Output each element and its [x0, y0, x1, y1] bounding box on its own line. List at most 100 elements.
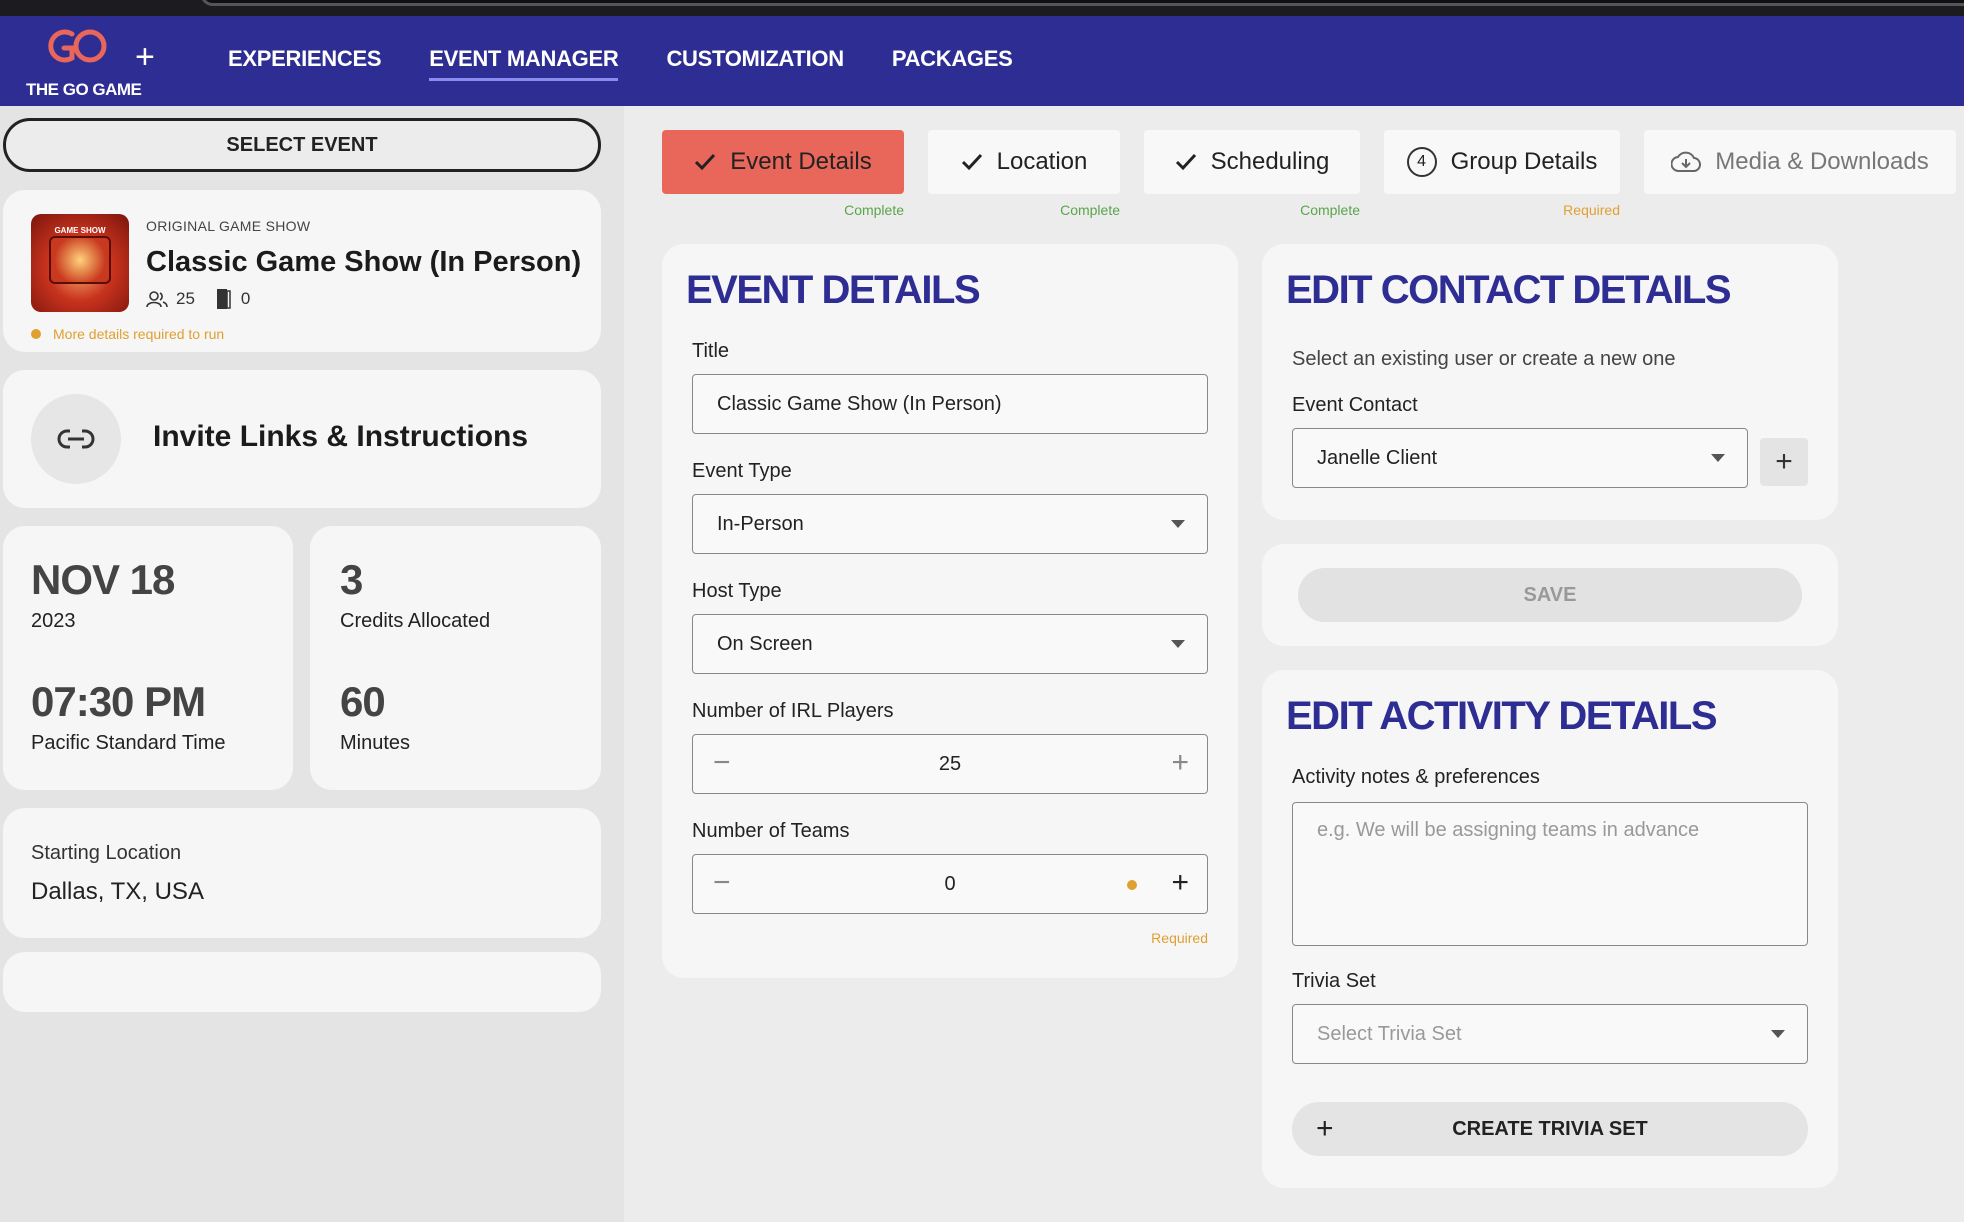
- nav-packages[interactable]: PACKAGES: [892, 46, 1013, 81]
- location-label: Starting Location: [31, 842, 182, 864]
- trivia-set-label: Trivia Set: [1292, 970, 1376, 992]
- event-timezone: Pacific Standard Time: [31, 732, 226, 754]
- players-stepper[interactable]: − 25 +: [692, 734, 1208, 794]
- event-type-value: In-Person: [717, 512, 804, 535]
- thumbnail-label: GAME SHOW: [54, 226, 106, 235]
- event-title: Classic Game Show (In Person): [146, 246, 582, 278]
- event-category: ORIGINAL GAME SHOW: [146, 218, 311, 234]
- event-warning: More details required to run: [31, 326, 224, 342]
- duration-label: Minutes: [340, 732, 411, 754]
- players-label: Number of IRL Players: [692, 700, 894, 722]
- trivia-set-select[interactable]: Select Trivia Set: [1292, 1004, 1808, 1064]
- tab-group-details[interactable]: 4 Group Details: [1384, 130, 1620, 194]
- plus-icon[interactable]: +: [1171, 748, 1189, 778]
- check-icon: [1175, 153, 1196, 171]
- required-dot-icon: [1127, 880, 1137, 890]
- activity-heading: EDIT ACTIVITY DETAILS: [1286, 694, 1718, 738]
- activity-notes-textarea[interactable]: e.g. We will be assigning teams in advan…: [1292, 802, 1808, 946]
- link-icon: [31, 394, 121, 484]
- tab-location[interactable]: Location: [928, 130, 1120, 194]
- tab-event-details[interactable]: Event Details: [662, 130, 904, 194]
- teams-value: 0: [944, 872, 956, 895]
- plus-icon[interactable]: +: [1171, 868, 1189, 898]
- top-window-strip: [0, 0, 1964, 16]
- teams-count: 0: [240, 289, 251, 308]
- chevron-down-icon: [1171, 520, 1185, 528]
- event-time: 07:30 PM: [31, 678, 206, 725]
- door-icon: [216, 289, 231, 309]
- plus-icon: +: [1316, 1112, 1334, 1145]
- go-game-logo[interactable]: THE GO GAME: [26, 24, 142, 100]
- app-header: THE GO GAME + EXPERIENCES EVENT MANAGER …: [0, 16, 1964, 106]
- step-status: Required: [1563, 202, 1620, 218]
- check-icon: [695, 153, 716, 171]
- event-date: NOV 18: [31, 556, 175, 603]
- step-status: Complete: [1060, 202, 1120, 218]
- title-label: Title: [692, 340, 730, 362]
- cloud-download-icon: [1671, 151, 1702, 172]
- chevron-down-icon: [1771, 1030, 1785, 1038]
- host-type-label: Host Type: [692, 580, 782, 602]
- players-icon: [146, 291, 168, 308]
- event-summary-card[interactable]: GAME SHOW ORIGINAL GAME SHOW Classic Gam…: [3, 190, 601, 352]
- notes-label: Activity notes & preferences: [1292, 766, 1540, 788]
- add-contact-button[interactable]: +: [1760, 438, 1808, 486]
- chevron-down-icon: [1711, 454, 1725, 462]
- minus-icon[interactable]: −: [713, 748, 731, 778]
- main-content: Event Details Complete Location Complete…: [624, 106, 1964, 1222]
- teams-stepper[interactable]: − 0 +: [692, 854, 1208, 914]
- event-year: 2023: [31, 610, 76, 632]
- nav-experiences[interactable]: EXPERIENCES: [228, 46, 382, 81]
- contact-details-panel: EDIT CONTACT DETAILS Select an existing …: [1262, 244, 1838, 520]
- players-count: 25: [176, 289, 195, 308]
- tab-media-downloads[interactable]: Media & Downloads: [1644, 130, 1956, 194]
- add-icon[interactable]: +: [135, 40, 155, 74]
- tab-scheduling[interactable]: Scheduling: [1144, 130, 1360, 194]
- event-contact-value: Janelle Client: [1317, 446, 1438, 469]
- check-icon: [961, 153, 982, 171]
- contact-hint: Select an existing user or create a new …: [1292, 348, 1676, 370]
- sidebar: SELECT EVENT GAME SHOW ORIGINAL GAME SHO…: [0, 106, 624, 1222]
- invite-links-label: Invite Links & Instructions: [153, 420, 529, 453]
- host-type-select[interactable]: On Screen: [692, 614, 1208, 674]
- tab-label: Group Details: [1450, 148, 1598, 175]
- event-type-label: Event Type: [692, 460, 792, 482]
- minus-icon[interactable]: −: [713, 868, 731, 898]
- event-contact-label: Event Contact: [1292, 394, 1418, 416]
- logo-text: THE GO GAME: [26, 80, 142, 99]
- create-trivia-label: CREATE TRIVIA SET: [1452, 1117, 1648, 1140]
- save-panel: SAVE: [1262, 544, 1838, 646]
- contact-heading: EDIT CONTACT DETAILS: [1286, 268, 1732, 312]
- trivia-set-placeholder: Select Trivia Set: [1317, 1022, 1462, 1045]
- event-thumbnail: GAME SHOW: [31, 214, 129, 312]
- host-type-value: On Screen: [717, 632, 813, 655]
- select-event-button[interactable]: SELECT EVENT: [3, 118, 601, 172]
- event-details-panel: EVENT DETAILS Title Classic Game Show (I…: [662, 244, 1238, 978]
- create-trivia-set-button[interactable]: + CREATE TRIVIA SET: [1292, 1102, 1808, 1156]
- tab-label: Event Details: [730, 148, 872, 175]
- logo-mark-icon: [48, 29, 107, 63]
- main-nav: EXPERIENCES EVENT MANAGER CUSTOMIZATION …: [228, 46, 1013, 81]
- warning-dot-icon: [31, 329, 41, 339]
- event-meta: 25 0: [146, 288, 250, 310]
- nav-event-manager[interactable]: EVENT MANAGER: [429, 46, 619, 81]
- step-status: Complete: [1300, 202, 1360, 218]
- step-status: Complete: [844, 202, 904, 218]
- credits-label: Credits Allocated: [340, 610, 491, 632]
- nav-customization[interactable]: CUSTOMIZATION: [666, 46, 844, 81]
- duration-value: 60: [340, 678, 386, 725]
- title-input[interactable]: Classic Game Show (In Person): [692, 374, 1208, 434]
- warning-text: More details required to run: [53, 326, 225, 342]
- tab-label: Scheduling: [1210, 148, 1330, 175]
- save-button[interactable]: SAVE: [1298, 568, 1802, 622]
- starting-location-card: Starting Location Dallas, TX, USA: [3, 808, 601, 938]
- event-details-heading: EVENT DETAILS: [686, 268, 981, 312]
- title-value: Classic Game Show (In Person): [717, 392, 1002, 415]
- event-type-select[interactable]: In-Person: [692, 494, 1208, 554]
- credits-card: 3 Credits Allocated 60 Minutes: [310, 526, 601, 790]
- activity-details-panel: EDIT ACTIVITY DETAILS Activity notes & p…: [1262, 670, 1838, 1188]
- teams-label: Number of Teams: [692, 820, 850, 842]
- date-card: NOV 18 2023 07:30 PM Pacific Standard Ti…: [3, 526, 293, 790]
- invite-links-card[interactable]: Invite Links & Instructions: [3, 370, 601, 508]
- event-contact-select[interactable]: Janelle Client: [1292, 428, 1748, 488]
